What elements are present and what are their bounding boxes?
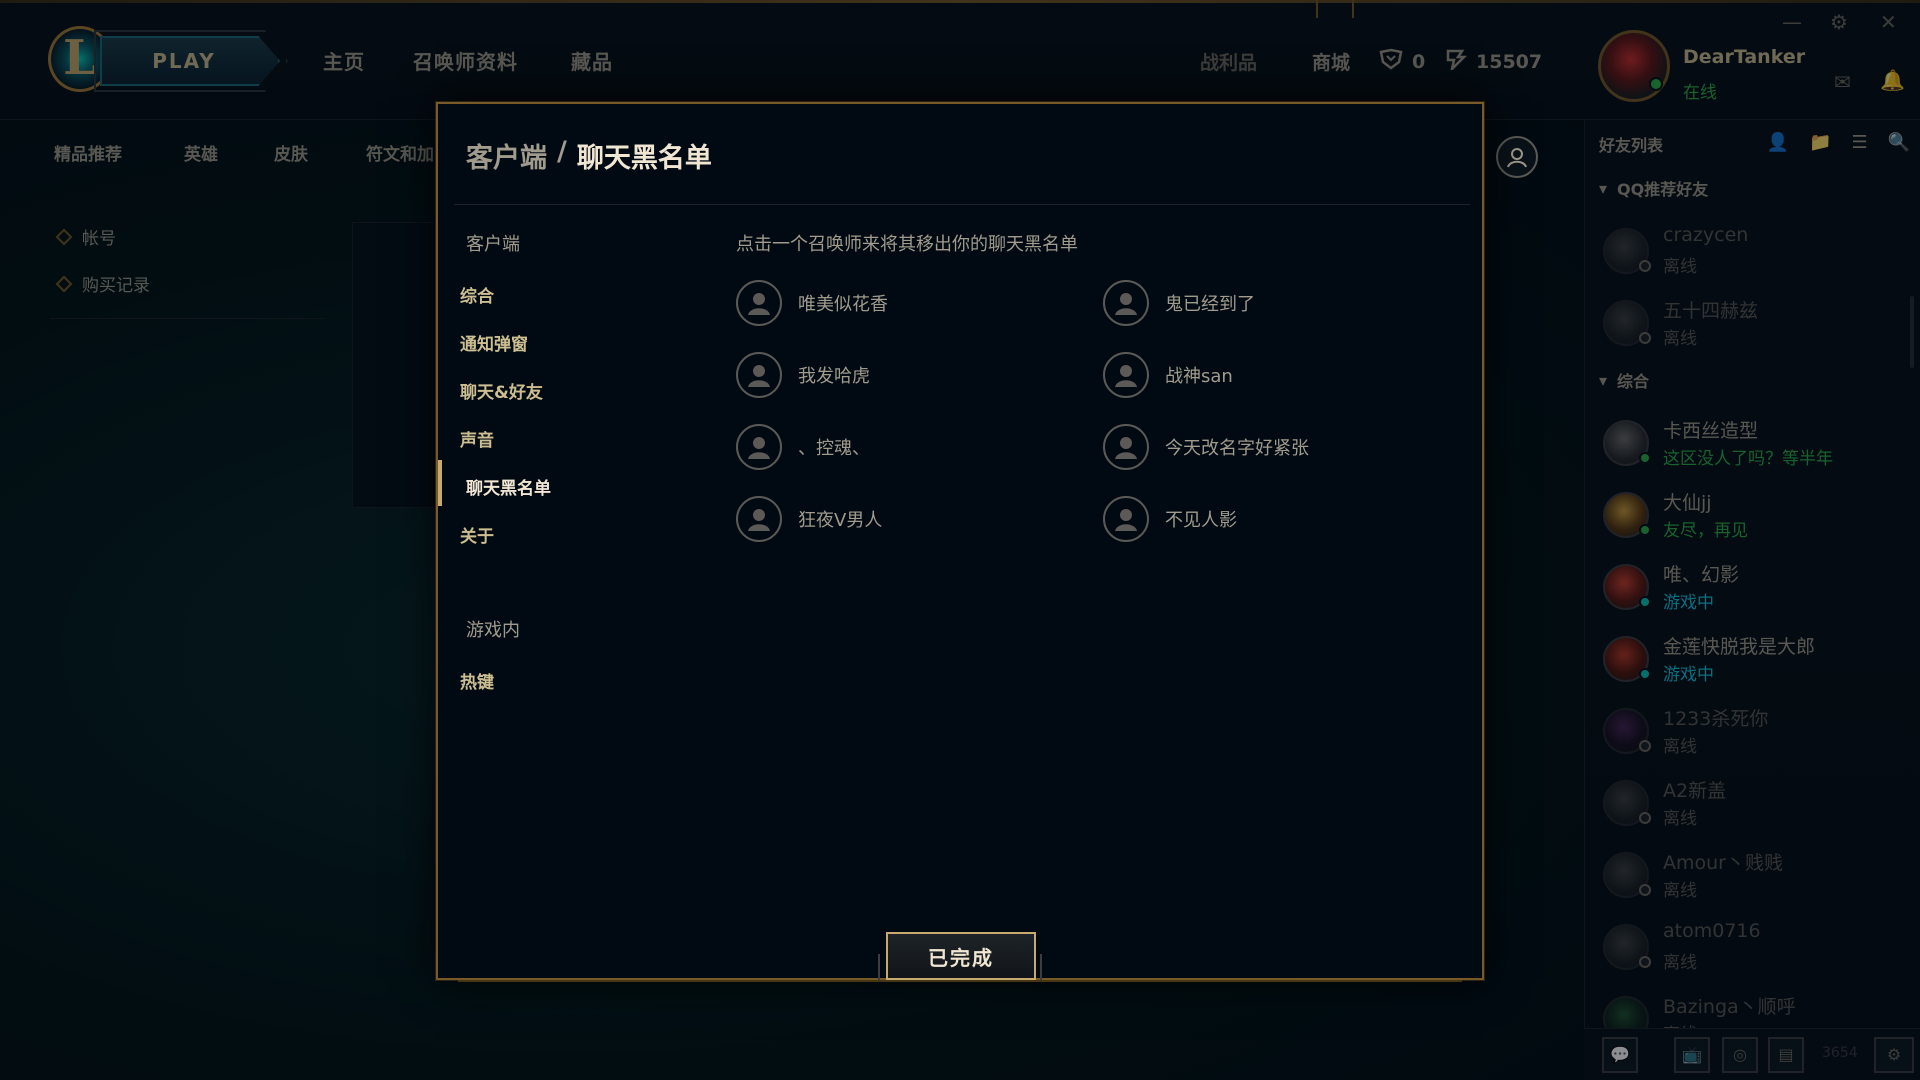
modal-bottom-border (458, 980, 1462, 982)
menu-about[interactable]: 关于 (460, 522, 494, 547)
blocked-summoner-name: 唯美似花香 (798, 294, 888, 315)
menu-chat-blacklist[interactable]: 聊天黑名单 (466, 474, 551, 499)
blocked-summoner[interactable]: 战神san (1103, 350, 1233, 400)
blocked-summoner-name: 、控魂、 (798, 438, 870, 459)
menu-hotkeys[interactable]: 热键 (460, 668, 494, 693)
breadcrumb-separator: / (557, 136, 567, 167)
section-client-heading: 客户端 (466, 234, 520, 255)
blacklist-hint: 点击一个召唤师来将其移出你的聊天黑名单 (736, 234, 1078, 255)
breadcrumb-parent[interactable]: 客户端 (466, 136, 547, 175)
title-divider (454, 204, 1470, 205)
blocked-summoner[interactable]: 我发哈虎 (736, 350, 870, 400)
menu-general[interactable]: 综合 (460, 282, 494, 307)
breadcrumb: 客户端 / 聊天黑名单 (466, 136, 712, 175)
summoner-placeholder-icon (736, 424, 782, 470)
summoner-placeholder-icon (1103, 280, 1149, 326)
blocked-summoner-name: 鬼已经到了 (1165, 294, 1255, 315)
active-menu-indicator (438, 460, 442, 506)
client-window: L PLAY 主页 召唤师资料 藏品 战利品 商城 0 15507 DearTa… (0, 0, 1920, 1080)
blocked-summoner[interactable]: 狂夜V男人 (736, 494, 882, 544)
summoner-placeholder-icon (736, 496, 782, 542)
blocked-summoner[interactable]: 唯美似花香 (736, 278, 888, 328)
summoner-placeholder-icon (1103, 424, 1149, 470)
section-ingame-heading: 游戏内 (466, 620, 520, 641)
blocked-summoner[interactable]: 、控魂、 (736, 422, 870, 472)
done-button-bracket (878, 954, 886, 980)
blocked-summoner-name: 我发哈虎 (798, 366, 870, 387)
blocked-summoner-name: 今天改名字好紧张 (1165, 438, 1309, 459)
friend-profile-icon[interactable] (1496, 136, 1538, 178)
menu-notifications[interactable]: 通知弹窗 (460, 330, 528, 355)
breadcrumb-current: 聊天黑名单 (576, 143, 712, 174)
menu-chat-friends[interactable]: 聊天&好友 (460, 378, 543, 403)
blocked-summoner-name: 战神san (1165, 366, 1233, 387)
blocked-summoner[interactable]: 鬼已经到了 (1103, 278, 1255, 328)
summoner-placeholder-icon (1103, 496, 1149, 542)
summoner-placeholder-icon (736, 352, 782, 398)
done-button[interactable]: 已完成 (886, 932, 1036, 980)
settings-modal: 客户端 / 聊天黑名单 客户端 综合 通知弹窗 聊天&好友 声音 聊天黑名单 关… (436, 102, 1484, 982)
menu-sound[interactable]: 声音 (460, 426, 494, 451)
blocked-summoner-name: 狂夜V男人 (798, 510, 883, 531)
summoner-placeholder-icon (736, 280, 782, 326)
done-button-bracket (1040, 954, 1048, 980)
blocked-summoner[interactable]: 不见人影 (1103, 494, 1237, 544)
summoner-placeholder-icon (1103, 352, 1149, 398)
blocked-summoner[interactable]: 今天改名字好紧张 (1103, 422, 1309, 472)
blocked-summoner-name: 不见人影 (1165, 510, 1237, 531)
